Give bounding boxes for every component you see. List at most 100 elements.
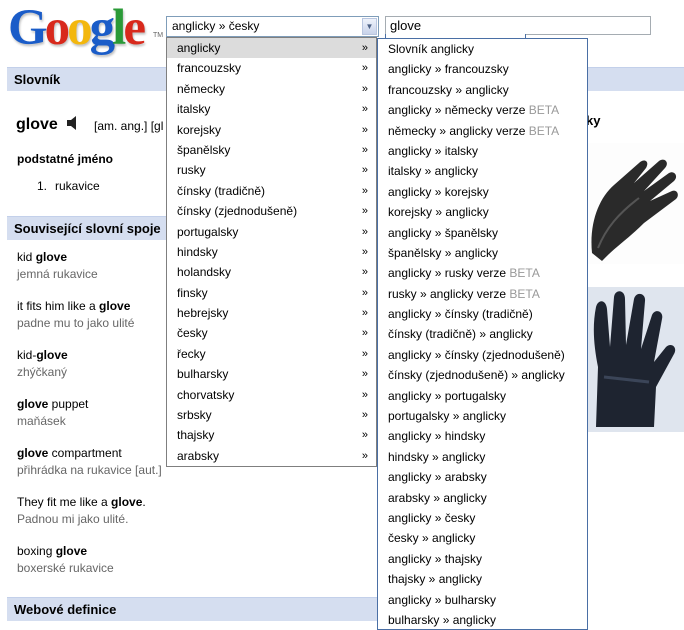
source-language-item[interactable]: anglicky » [167, 38, 376, 59]
source-language-label: španělsky [177, 142, 231, 157]
logo-letter: e [123, 0, 146, 56]
language-pair-item[interactable]: čínsky (zjednodušeně) » anglicky [378, 365, 587, 385]
language-pair-item[interactable]: portugalsky » anglicky [378, 406, 587, 426]
related-phrase: glove puppet maňásek [17, 397, 162, 446]
language-pair-label: hindsky » anglicky [388, 449, 486, 464]
source-language-item[interactable]: holandsky » [167, 262, 376, 282]
language-pair-item[interactable]: bulharsky » anglicky [378, 610, 587, 629]
related-phrase: kid glove jemná rukavice [17, 250, 162, 299]
source-language-item[interactable]: řecky » [167, 344, 376, 364]
language-pair-label: francouzsky » anglicky [388, 82, 509, 97]
language-pair-item[interactable]: thajsky » anglicky [378, 569, 587, 589]
language-pair-item[interactable]: anglicky » německy verze BETA [378, 100, 587, 120]
submenu-chevron-icon: » [361, 225, 368, 238]
language-pair-item[interactable]: korejsky » anglicky [378, 202, 587, 222]
language-pair-item[interactable]: španělsky » anglicky [378, 243, 587, 263]
source-language-label: srbsky [177, 408, 212, 423]
search-input-box[interactable] [385, 16, 651, 35]
source-language-item[interactable]: arabsky » [167, 446, 376, 466]
language-pair-label: bulharsky » anglicky [388, 612, 497, 627]
language-pair-item[interactable]: Slovník anglicky [378, 39, 587, 59]
language-pair-item[interactable]: čínsky (tradičně) » anglicky [378, 324, 587, 344]
related-phrases-list: kid glove jemná rukavice it fits him like … [17, 250, 162, 593]
language-pair-item[interactable]: anglicky » thajsky [378, 549, 587, 569]
language-pair-label: česky » anglicky [388, 531, 476, 546]
source-language-item[interactable]: bulharsky » [167, 364, 376, 384]
language-pair-label: anglicky » španělsky [388, 225, 499, 240]
language-pair-item[interactable]: rusky » anglicky verze BETA [378, 284, 587, 304]
source-language-item[interactable]: španělsky » [167, 140, 376, 160]
language-pair-item[interactable]: francouzsky » anglicky [378, 80, 587, 100]
source-language-item[interactable]: korejsky » [167, 120, 376, 140]
search-input[interactable] [386, 17, 650, 34]
language-pair-item[interactable]: anglicky » arabsky [378, 467, 587, 487]
language-pair-label: anglicky » čínsky (tradičně) [388, 307, 533, 322]
source-language-item[interactable]: italsky » [167, 99, 376, 119]
source-language-label: hebrejsky [177, 306, 229, 321]
source-language-item[interactable]: srbsky » [167, 405, 376, 425]
language-pair-item[interactable]: anglicky » italsky [378, 141, 587, 161]
submenu-chevron-icon: » [361, 347, 368, 360]
submenu-chevron-icon: » [361, 327, 368, 340]
language-pair-item[interactable]: anglicky » čínsky (tradičně) [378, 304, 587, 324]
pronunciation: [am. ang.] [gl [94, 119, 164, 133]
source-language-label: francouzsky [177, 61, 242, 76]
language-pair-item[interactable]: anglicky » bulharsky [378, 590, 587, 610]
headword: glove [16, 116, 58, 133]
phrase-english-link[interactable]: glove compartment [17, 446, 162, 460]
phrase-english-link[interactable]: boxing glove [17, 544, 162, 558]
language-pair-item[interactable]: anglicky » portugalsky [378, 386, 587, 406]
phrase-english-link[interactable]: glove puppet [17, 397, 162, 411]
glove-image-2[interactable] [584, 287, 684, 432]
language-pair-item[interactable]: anglicky » čínsky (zjednodušeně) [378, 345, 587, 365]
source-language-item[interactable]: chorvatsky » [167, 385, 376, 405]
language-pair-label: anglicky » portugalsky [388, 388, 507, 403]
source-language-item[interactable]: čínsky (zjednodušeně) » [167, 201, 376, 221]
language-pair-item[interactable]: česky » anglicky [378, 528, 587, 548]
language-pair-item[interactable]: anglicky » rusky verze BETA [378, 263, 587, 283]
phrase-english-link[interactable]: kid-glove [17, 348, 162, 362]
language-pair-item[interactable]: německy » anglicky verze BETA [378, 121, 587, 141]
source-language-item[interactable]: čínsky (tradičně) » [167, 181, 376, 201]
sense-text: rukavice [55, 179, 100, 193]
language-pair-item[interactable]: italsky » anglicky [378, 161, 587, 181]
source-language-label: chorvatsky [177, 387, 235, 402]
language-pair-item[interactable]: anglicky » česky [378, 508, 587, 528]
source-language-label: česky [177, 326, 208, 341]
language-pair-label: portugalsky » anglicky [388, 409, 507, 424]
language-pair-select[interactable]: anglicky » česky ▼ [166, 16, 379, 37]
submenu-chevron-icon: » [361, 143, 368, 156]
phrase-english-link[interactable]: it fits him like a glove [17, 299, 162, 313]
source-language-item[interactable]: finsky » [167, 283, 376, 303]
submenu-chevron-icon: » [361, 184, 368, 197]
source-language-item[interactable]: portugalsky » [167, 222, 376, 242]
source-language-label: řecky [177, 346, 206, 361]
source-language-item[interactable]: hindsky » [167, 242, 376, 262]
submenu-chevron-icon: » [361, 307, 368, 320]
submenu-chevron-icon: » [361, 449, 368, 462]
source-language-item[interactable]: německy » [167, 79, 376, 99]
related-phrase: They fit me like a glove. Padnou mi jako … [17, 495, 162, 544]
language-pair-item[interactable]: hindsky » anglicky [378, 447, 587, 467]
speaker-icon[interactable] [67, 116, 79, 130]
language-pair-label: rusky » anglicky verze [388, 286, 510, 301]
language-pair-item[interactable]: anglicky » korejsky [378, 182, 587, 202]
source-language-item[interactable]: thajsky » [167, 425, 376, 445]
related-phrase: it fits him like a glove padne mu to jako… [17, 299, 162, 348]
language-pair-item[interactable]: anglicky » španělsky [378, 223, 587, 243]
sense-number: 1. [37, 179, 48, 193]
glove-image-1[interactable] [584, 143, 684, 264]
google-logo[interactable]: Google TM [8, 0, 163, 56]
phrase-english-link[interactable]: kid glove [17, 250, 162, 264]
phrase-english-link[interactable]: They fit me like a glove. [17, 495, 162, 509]
beta-badge: BETA [528, 103, 560, 118]
language-pair-item[interactable]: arabsky » anglicky [378, 488, 587, 508]
source-language-item[interactable]: hebrejsky » [167, 303, 376, 323]
source-language-item[interactable]: francouzsky » [167, 58, 376, 78]
language-pair-item[interactable]: anglicky » francouzsky [378, 59, 587, 79]
source-language-item[interactable]: česky » [167, 323, 376, 343]
language-pair-item[interactable]: anglicky » hindsky [378, 426, 587, 446]
source-language-item[interactable]: rusky » [167, 160, 376, 180]
source-language-label: čínsky (tradičně) [177, 183, 266, 198]
dropdown-arrow-icon[interactable]: ▼ [362, 18, 377, 35]
